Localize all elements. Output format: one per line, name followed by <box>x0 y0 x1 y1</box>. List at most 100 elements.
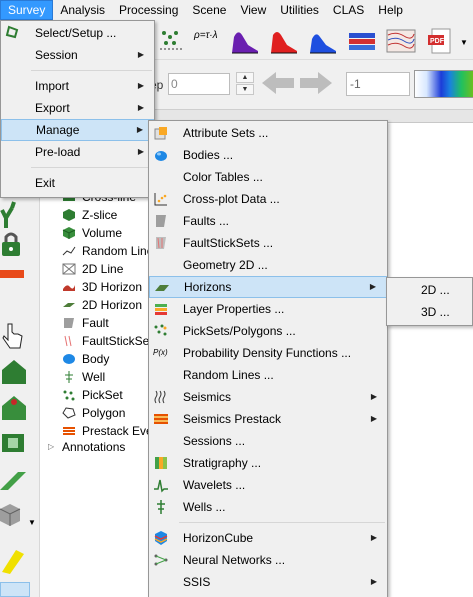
menu-clas[interactable]: CLAS <box>326 0 371 20</box>
chevron-down-icon[interactable]: ▼ <box>28 518 36 527</box>
spin-up-button[interactable]: ▲ <box>236 72 254 83</box>
tree-item[interactable]: Body <box>62 350 109 368</box>
green-slab-icon[interactable] <box>0 464 30 494</box>
menu-view[interactable]: View <box>233 0 273 20</box>
yellow-marker-icon[interactable] <box>0 544 30 574</box>
menu-item-export[interactable]: Export ▶ <box>1 97 154 119</box>
arrow-right-icon[interactable] <box>298 70 334 96</box>
menu-item-faults[interactable]: Faults ... <box>149 210 387 232</box>
menu-item-horizoncube[interactable]: HorizonCube ▶ <box>149 527 387 549</box>
menu-item-bodies[interactable]: Bodies ... <box>149 144 387 166</box>
stratigraphy-icon <box>155 457 167 469</box>
menu-processing[interactable]: Processing <box>112 0 185 20</box>
menu-item-label: Horizons <box>184 280 232 294</box>
tree-item[interactable]: Annotations <box>62 438 125 456</box>
arrow-left-icon[interactable] <box>260 70 296 96</box>
tree-item[interactable]: FaultStickSet <box>62 332 153 350</box>
menu-item-wavelets[interactable]: Wavelets ... <box>149 474 387 496</box>
menu-item-import[interactable]: Import ▶ <box>1 75 154 97</box>
menu-item-label: FaultStickSets ... <box>183 236 274 250</box>
menu-scene[interactable]: Scene <box>185 0 233 20</box>
menu-item-horizon-2d[interactable]: 2D ... <box>387 279 472 301</box>
menu-item-geometry-2d[interactable]: Geometry 2D ... <box>149 254 387 276</box>
house-icon[interactable] <box>0 356 30 386</box>
menu-item-probability-density[interactable]: P(x) Probability Density Functions ... <box>149 342 387 364</box>
tree-item[interactable]: Polygon <box>62 404 125 422</box>
menu-item-label: Color Tables ... <box>183 170 263 184</box>
menu-item-seismics-prestack[interactable]: Seismics Prestack ▶ <box>149 408 387 430</box>
colorbar[interactable] <box>414 70 473 98</box>
seismic-section-icon[interactable] <box>386 27 416 55</box>
tree-item[interactable]: 2D Line <box>62 260 123 278</box>
survey-menu: Select/Setup ... Session ▶ Import ▶ Expo… <box>0 20 155 198</box>
menu-item-seismics[interactable]: Seismics ▶ <box>149 386 387 408</box>
menu-item-layer-properties[interactable]: Layer Properties ... <box>149 298 387 320</box>
value-field[interactable]: -1 <box>346 72 410 96</box>
menu-item-sessions[interactable]: Sessions ... <box>149 430 387 452</box>
tree-item[interactable]: Fault <box>62 314 109 332</box>
menu-utilities[interactable]: Utilities <box>273 0 326 20</box>
tree-item[interactable]: 2D Horizon <box>62 296 142 314</box>
menu-item-stratigraphy[interactable]: Stratigraphy ... <box>149 452 387 474</box>
density-formula-icon[interactable]: ρ=τ·λ <box>194 30 228 58</box>
tree-item[interactable]: Random Line <box>62 242 153 260</box>
tree-item-label: Well <box>82 370 106 384</box>
purple-histogram-icon[interactable] <box>230 27 260 55</box>
menu-item-label: Neural Networks ... <box>183 553 286 567</box>
tree-item[interactable]: 3D Horizon <box>62 278 142 296</box>
red-histogram-icon[interactable] <box>269 27 299 55</box>
menu-item-session[interactable]: Session ▶ <box>1 44 154 66</box>
tree-item-label: FaultStickSet <box>82 334 153 348</box>
survey-setup-icon <box>5 25 19 39</box>
tree-item[interactable]: PickSet <box>62 386 123 404</box>
tree-item[interactable]: Well <box>62 368 105 386</box>
expand-arrow-icon[interactable]: ▷ <box>48 442 54 451</box>
picksets-icon <box>154 324 167 336</box>
tree-item-label: Annotations <box>62 440 126 454</box>
submenu-arrow-icon: ▶ <box>369 282 376 291</box>
house-edit-icon[interactable] <box>0 392 30 422</box>
green-box-icon[interactable] <box>0 428 30 458</box>
menu-item-random-lines[interactable]: Random Lines ... <box>149 364 387 386</box>
menu-item-wells[interactable]: Wells ... <box>149 496 387 518</box>
tree-icon[interactable] <box>0 200 30 230</box>
tree-item[interactable]: Z-slice <box>62 206 117 224</box>
menu-analysis[interactable]: Analysis <box>53 0 112 20</box>
layers-icon[interactable] <box>347 27 377 55</box>
grey-cube-icon[interactable] <box>0 502 30 532</box>
attribute-sets-icon <box>154 127 167 140</box>
cursor-icon[interactable] <box>0 582 30 597</box>
submenu-arrow-icon: ▶ <box>370 392 377 401</box>
menu-item-attribute-sets[interactable]: Attribute Sets ... <box>149 122 387 144</box>
menu-item-ssis[interactable]: SSIS ▶ <box>149 571 387 593</box>
menu-item-label: Probability Density Functions ... <box>183 346 352 360</box>
menu-item-manage[interactable]: Manage ▶ <box>1 119 154 141</box>
menu-survey[interactable]: Survey <box>0 0 54 20</box>
menu-item-label: Import <box>35 79 70 93</box>
menu-item-neural-networks[interactable]: Neural Networks ... <box>149 549 387 571</box>
menu-help[interactable]: Help <box>371 0 410 20</box>
menu-separator <box>31 70 152 71</box>
vertex-icon[interactable] <box>156 27 186 55</box>
chevron-down-icon[interactable]: ▼ <box>460 38 468 47</box>
menu-item-picksets[interactable]: PickSets/Polygons ... <box>149 320 387 342</box>
spin-down-button[interactable]: ▼ <box>236 84 254 95</box>
red-bar-icon[interactable] <box>0 260 30 290</box>
step-input[interactable]: 0 <box>168 73 230 95</box>
lock-icon[interactable] <box>0 230 30 260</box>
tree-item[interactable]: Volume <box>62 224 122 242</box>
submenu-arrow-icon: ▶ <box>137 147 144 156</box>
menu-item-horizon-3d[interactable]: 3D ... <box>387 301 472 323</box>
menu-item-horizons[interactable]: Horizons ▶ <box>149 276 387 298</box>
wavelets-icon <box>154 479 168 493</box>
menu-item-preload[interactable]: Pre-load ▶ <box>1 141 154 163</box>
pdf-icon[interactable]: PDF <box>426 27 456 55</box>
blue-histogram-icon[interactable] <box>308 27 338 55</box>
menu-item-faultsticksets[interactable]: FaultStickSets ... <box>149 232 387 254</box>
submenu-arrow-icon: ▶ <box>137 50 144 59</box>
menu-item-exit[interactable]: Exit <box>1 172 154 194</box>
hand-pointer-icon[interactable] <box>0 320 30 350</box>
menu-item-crossplot-data[interactable]: Cross-plot Data ... <box>149 188 387 210</box>
menu-item-select-setup[interactable]: Select/Setup ... <box>1 22 154 44</box>
menu-item-color-tables[interactable]: Color Tables ... <box>149 166 387 188</box>
